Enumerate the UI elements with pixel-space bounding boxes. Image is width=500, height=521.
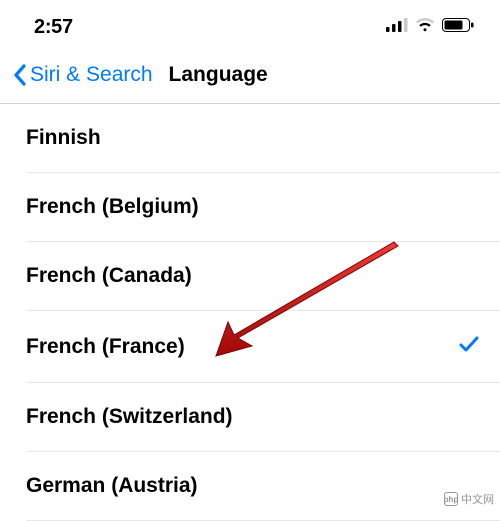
status-indicators bbox=[386, 18, 474, 37]
watermark-logo: php bbox=[444, 492, 458, 506]
checkmark-icon bbox=[458, 333, 480, 360]
language-list: Finnish French (Belgium) French (Canada)… bbox=[0, 104, 500, 521]
language-option-french-france[interactable]: French (France) bbox=[26, 311, 500, 383]
language-label: French (France) bbox=[26, 335, 185, 359]
page-title: Language bbox=[169, 63, 268, 87]
language-label: French (Switzerland) bbox=[26, 405, 233, 429]
language-option-finnish[interactable]: Finnish bbox=[26, 104, 500, 173]
navigation-bar: Siri & Search Language bbox=[0, 53, 500, 104]
phone-frame: 2:57 Siri & Search Language Finnish F bbox=[0, 0, 500, 521]
language-option-german-austria[interactable]: German (Austria) bbox=[26, 452, 500, 521]
battery-icon bbox=[442, 18, 474, 37]
status-bar: 2:57 bbox=[0, 8, 500, 53]
language-label: Finnish bbox=[26, 126, 101, 150]
language-option-french-canada[interactable]: French (Canada) bbox=[26, 242, 500, 311]
language-label: French (Canada) bbox=[26, 264, 192, 288]
language-option-french-switzerland[interactable]: French (Switzerland) bbox=[26, 383, 500, 452]
back-button[interactable]: Siri & Search bbox=[12, 63, 153, 87]
status-time: 2:57 bbox=[34, 16, 73, 39]
language-option-french-belgium[interactable]: French (Belgium) bbox=[26, 173, 500, 242]
watermark: php 中文网 bbox=[444, 491, 494, 507]
wifi-icon bbox=[415, 18, 435, 37]
chevron-left-icon bbox=[12, 63, 28, 87]
cellular-signal-icon bbox=[386, 18, 408, 37]
language-label: German (Austria) bbox=[26, 474, 198, 498]
language-label: French (Belgium) bbox=[26, 195, 199, 219]
watermark-text: 中文网 bbox=[461, 491, 494, 507]
back-label: Siri & Search bbox=[30, 63, 153, 87]
